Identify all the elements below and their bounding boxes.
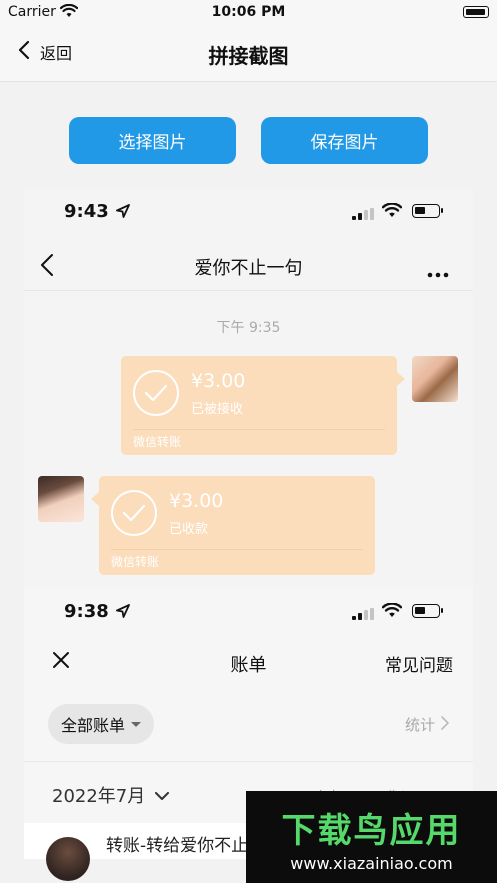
- status-bar: Carrier 10:06 PM: [0, 0, 497, 26]
- chat-title: 爱你不止一句: [194, 258, 303, 279]
- transfer-bubble-sent[interactable]: ¥3.00 已被接收 微信转账: [121, 356, 405, 455]
- battery-icon: [463, 6, 489, 18]
- chat-screenshot: 9:43 爱你不止一句 下午 9:35 ¥3.00 已被接收 微信转账 ¥3.0…: [24, 189, 473, 589]
- location-arrow-icon: [116, 603, 130, 622]
- avatar[interactable]: [412, 356, 458, 402]
- transfer-footer: 微信转账: [133, 435, 182, 449]
- bill-status-time: 9:38: [64, 601, 109, 622]
- check-circle-icon: [111, 490, 157, 536]
- divider: [111, 549, 363, 550]
- month-label: 2022年7月: [52, 786, 146, 807]
- chevron-right-icon: [441, 715, 449, 734]
- navigation-bar: 返回 拼接截图: [0, 26, 497, 82]
- transfer-status: 已收款: [169, 522, 209, 537]
- transfer-bubble-received[interactable]: ¥3.00 已收款 微信转账: [91, 476, 375, 575]
- transfer-amount: ¥3.00: [169, 490, 224, 512]
- filter-label: 全部账单: [60, 716, 125, 735]
- select-image-button[interactable]: 选择图片: [69, 117, 236, 164]
- battery-icon: [412, 604, 443, 618]
- avatar: [46, 837, 90, 881]
- stats-link[interactable]: 统计: [405, 714, 449, 735]
- transfer-status: 已被接收: [191, 402, 244, 417]
- signal-icon: [352, 205, 374, 224]
- transfer-amount: ¥3.00: [191, 370, 246, 392]
- check-circle-icon: [133, 370, 179, 416]
- save-image-button[interactable]: 保存图片: [261, 117, 428, 164]
- bill-status-bar: 9:38: [24, 589, 473, 629]
- watermark-logo: 下载鸟应用: [281, 811, 462, 851]
- avatar[interactable]: [38, 476, 84, 522]
- wifi-icon: [381, 202, 403, 222]
- stats-label: 统计: [404, 716, 435, 734]
- watermark-url: www.xiazainiao.com: [290, 854, 453, 873]
- transfer-footer: 微信转账: [111, 555, 160, 569]
- bill-filter-dropdown[interactable]: 全部账单: [48, 704, 154, 744]
- watermark: 下载鸟应用 www.xiazainiao.com: [246, 791, 497, 883]
- battery-icon: [412, 204, 443, 218]
- signal-icon: [352, 605, 374, 624]
- status-time: 10:06 PM: [211, 4, 286, 20]
- chat-timestamp: 下午 9:35: [216, 320, 281, 336]
- caret-down-icon: [131, 721, 141, 727]
- faq-link[interactable]: 常见问题: [385, 651, 453, 676]
- wifi-icon: [381, 602, 403, 622]
- chat-header: 爱你不止一句: [24, 241, 473, 291]
- chat-status-time: 9:43: [64, 201, 109, 222]
- divider: [133, 429, 385, 430]
- page-title: 拼接截图: [208, 44, 289, 68]
- location-arrow-icon: [116, 203, 130, 222]
- month-selector[interactable]: 2022年7月: [52, 782, 170, 808]
- bill-header: 账单 常见问题: [24, 641, 473, 685]
- chat-status-bar: 9:43: [24, 189, 473, 229]
- more-icon[interactable]: [427, 263, 449, 282]
- chevron-down-icon: [155, 785, 170, 806]
